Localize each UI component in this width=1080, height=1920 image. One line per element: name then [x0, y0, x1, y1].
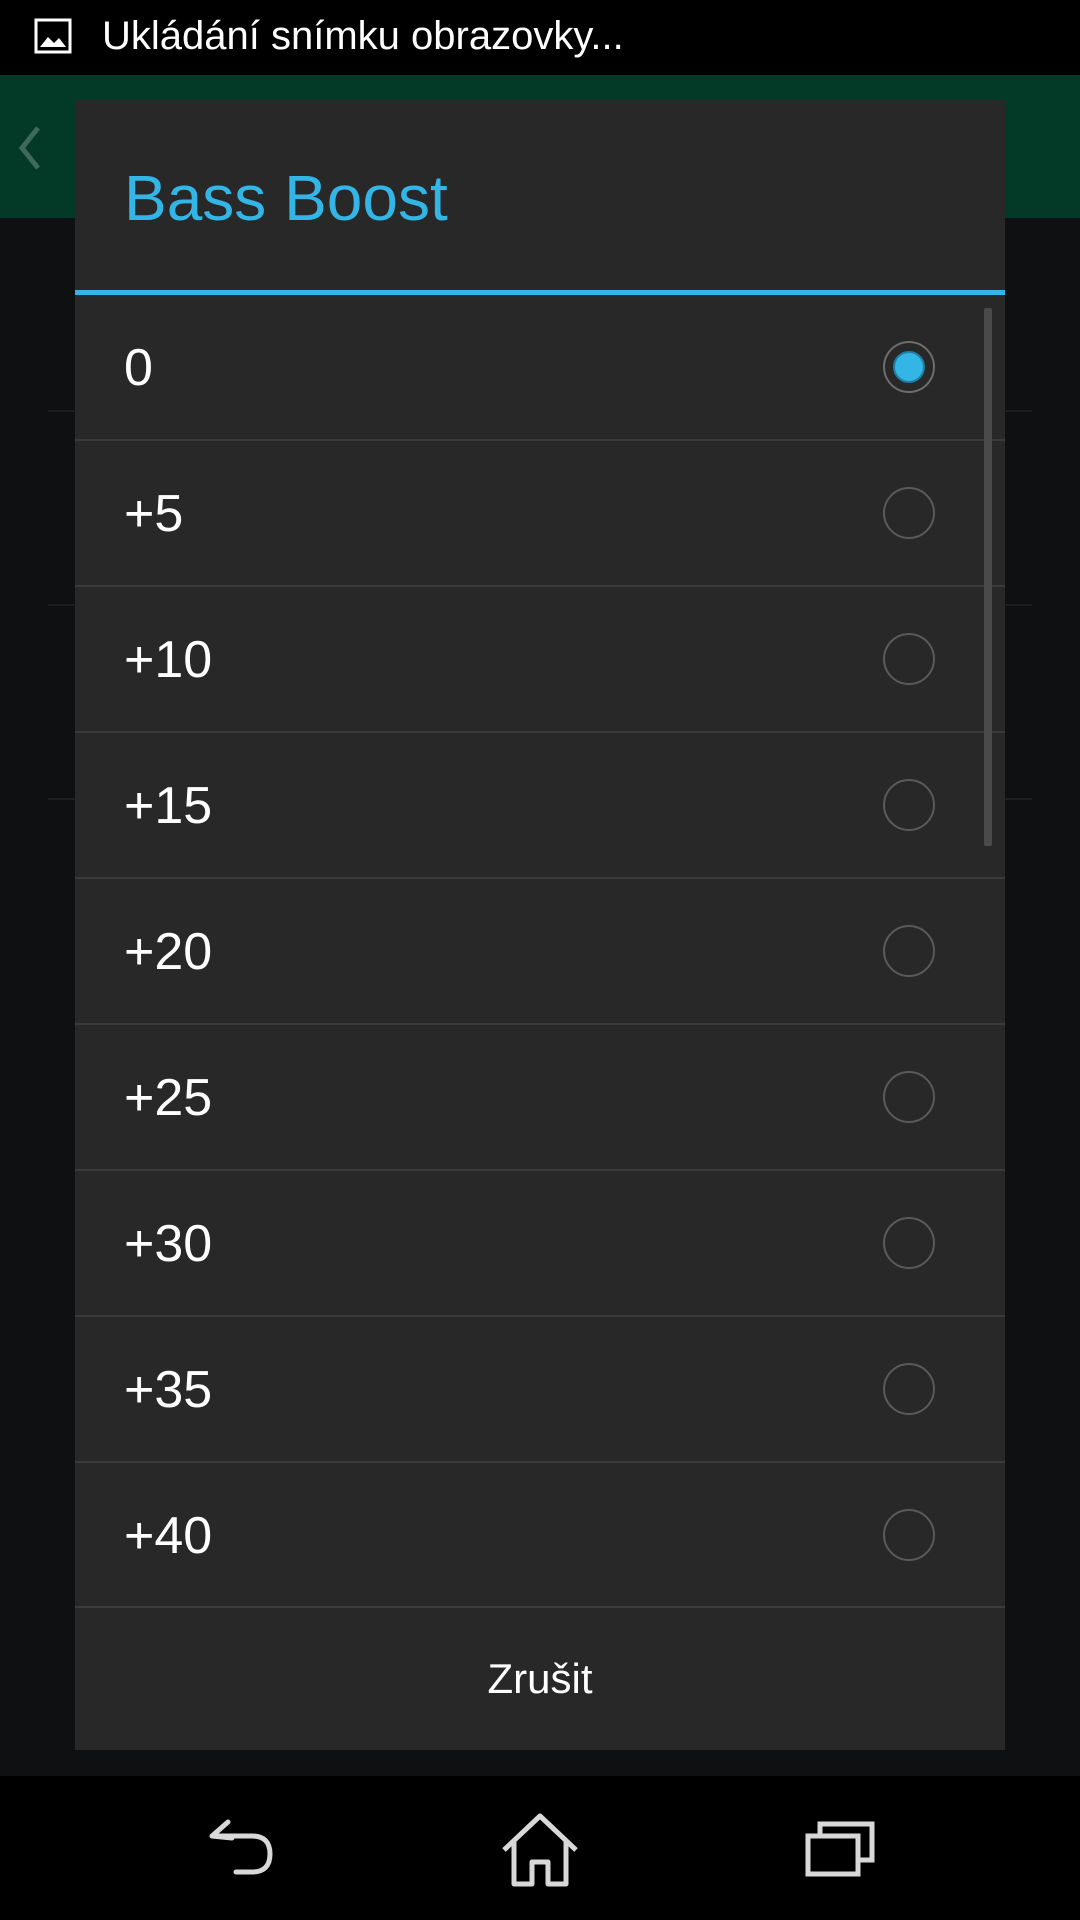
- options-list[interactable]: 0 +5 +10 +15 +20 +25 +30 +35 +40: [75, 295, 1005, 1606]
- radio-button[interactable]: [883, 633, 935, 685]
- option-label: +15: [124, 777, 213, 835]
- option-label: +10: [124, 631, 213, 689]
- option-row[interactable]: +40: [75, 1463, 1005, 1606]
- radio-button[interactable]: [883, 487, 935, 539]
- back-button[interactable]: [180, 1798, 300, 1898]
- option-row[interactable]: +20: [75, 879, 1005, 1025]
- option-row[interactable]: +30: [75, 1171, 1005, 1317]
- option-row[interactable]: +5: [75, 441, 1005, 587]
- radio-button[interactable]: [883, 779, 935, 831]
- option-row[interactable]: +10: [75, 587, 1005, 733]
- option-label: +5: [124, 485, 184, 543]
- radio-button[interactable]: [883, 1071, 935, 1123]
- bass-boost-dialog: Bass Boost 0 +5 +10 +15 +20 +25 +30 +35 +40 Zruš…: [75, 100, 1005, 1750]
- radio-button[interactable]: [883, 1509, 935, 1561]
- option-label: 0: [124, 339, 153, 397]
- back-icon: [209, 1819, 273, 1875]
- home-button[interactable]: [480, 1798, 600, 1898]
- radio-selected-dot: [893, 351, 925, 383]
- option-row[interactable]: +15: [75, 733, 1005, 879]
- radio-button-checked[interactable]: [883, 341, 935, 393]
- option-label: +30: [124, 1215, 213, 1273]
- screen: Ukládání snímku obrazovky... Bass Boost …: [0, 0, 1080, 1920]
- option-label: +40: [124, 1507, 213, 1565]
- status-bar: Ukládání snímku obrazovky...: [0, 0, 1080, 75]
- recent-apps-button[interactable]: [780, 1798, 900, 1898]
- option-row[interactable]: 0: [75, 295, 1005, 441]
- dialog-title: Bass Boost: [124, 162, 448, 234]
- radio-button[interactable]: [883, 925, 935, 977]
- option-row[interactable]: +25: [75, 1025, 1005, 1171]
- cancel-label: Zrušit: [487, 1655, 593, 1702]
- recent-apps-icon: [805, 1821, 875, 1877]
- radio-button[interactable]: [883, 1363, 935, 1415]
- notification-text: Ukládání snímku obrazovky...: [102, 14, 624, 58]
- option-row[interactable]: +35: [75, 1317, 1005, 1463]
- navigation-bar: [0, 1776, 1080, 1920]
- scrollbar[interactable]: [984, 308, 992, 846]
- image-icon: [34, 18, 72, 54]
- option-label: +25: [124, 1069, 213, 1127]
- option-label: +35: [124, 1361, 213, 1419]
- option-label: +20: [124, 923, 213, 981]
- background-back-icon: [10, 118, 50, 178]
- radio-button[interactable]: [883, 1217, 935, 1269]
- home-icon: [502, 1813, 578, 1887]
- cancel-button[interactable]: Zrušit: [75, 1608, 1005, 1750]
